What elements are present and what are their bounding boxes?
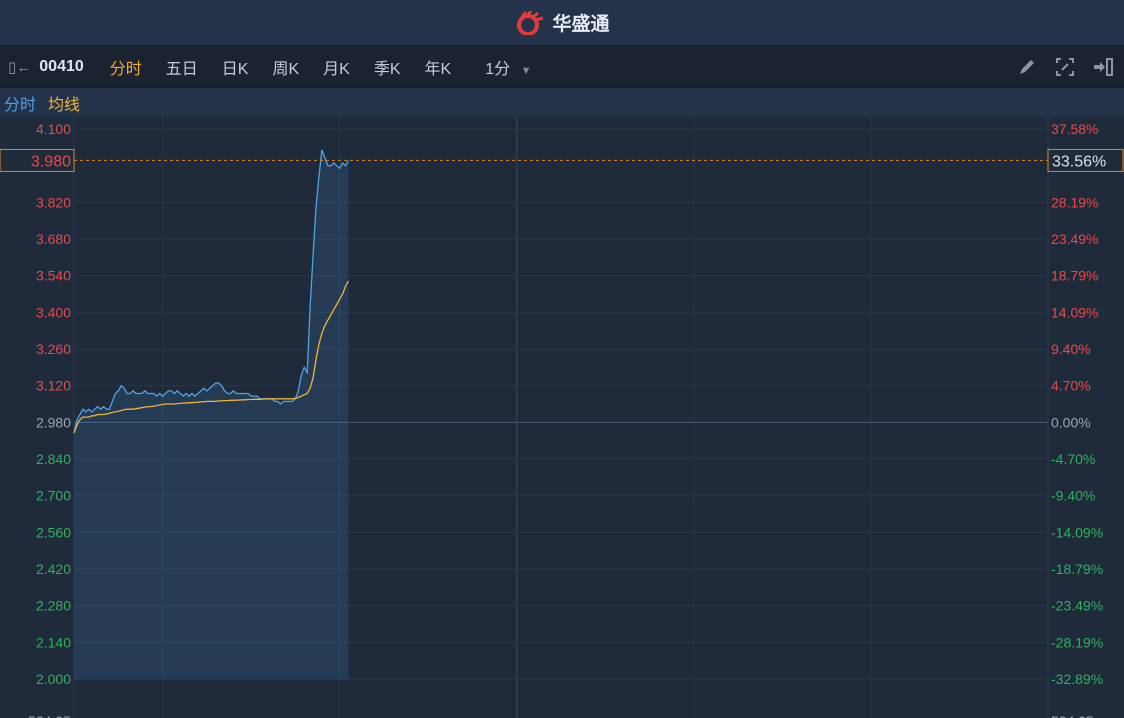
percent-tick-label: 9.40% (1051, 341, 1091, 357)
tab-intraday[interactable]: 分时 (110, 55, 142, 79)
percent-tick-label: -28.19% (1051, 634, 1103, 650)
percent-tick-label: -23.49% (1051, 598, 1103, 614)
current-price-label: 3.980 (31, 153, 71, 170)
volume-label-left: 534.05 (28, 713, 71, 718)
percent-tick-label: 23.49% (1051, 231, 1098, 247)
percent-tick-label: 14.09% (1051, 304, 1098, 320)
percent-tick-label: -32.89% (1051, 671, 1103, 687)
price-tick-label: 3.820 (36, 194, 71, 210)
price-tick-label: 2.420 (36, 561, 71, 577)
percent-tick-label: -9.40% (1051, 488, 1095, 504)
brand-name: 华盛通 (552, 14, 610, 35)
collapse-right-icon[interactable] (1092, 56, 1114, 78)
price-tick-label: 4.100 (36, 121, 71, 137)
tab-yearly-k[interactable]: 年K (425, 55, 452, 79)
intraday-chart: 4.100 37.58% 3.820 28.19% 3.680 23.49% 3.540 18… (0, 117, 1124, 718)
huasheng-logo-icon (517, 10, 544, 35)
current-pct-label: 33.56% (1052, 153, 1106, 170)
price-tick-label: 2.000 (36, 671, 71, 687)
percent-tick-label: -4.70% (1051, 451, 1095, 467)
percent-tick-label: -14.09% (1051, 524, 1103, 540)
interval-select[interactable]: 1分 ▼ (485, 55, 531, 79)
legend-average: 均线 (48, 96, 81, 114)
price-tick-label: 3.260 (36, 341, 71, 357)
price-tick-label: 3.540 (36, 268, 71, 284)
percent-tick-label: 0.00% (1051, 414, 1091, 430)
price-tick-label: 2.560 (36, 524, 71, 540)
percent-tick-label: 4.70% (1051, 378, 1091, 394)
percent-tick-label: -18.79% (1051, 561, 1103, 577)
price-tick-label: 2.280 (36, 598, 71, 614)
legend-price: 分时 (4, 96, 37, 114)
chevron-down-icon: ▼ (520, 64, 532, 77)
tab-monthly-k[interactable]: 月K (323, 55, 350, 79)
tab-weekly-k[interactable]: 周K (272, 55, 299, 79)
tab-quarterly-k[interactable]: 季K (374, 55, 401, 79)
price-tick-label: 2.700 (36, 488, 71, 504)
tab-daily-k[interactable]: 日K (222, 55, 249, 79)
price-tick-label: 3.400 (36, 304, 71, 320)
fullscreen-icon[interactable] (1054, 56, 1076, 78)
percent-tick-label: 18.79% (1051, 268, 1098, 284)
price-tick-label: 2.980 (36, 414, 71, 430)
interval-value: 1分 (485, 60, 511, 78)
price-tick-label: 2.140 (36, 634, 71, 650)
app-header: 华盛通 (0, 0, 1124, 45)
stock-code: 00410 (39, 57, 84, 75)
toolbar: ▯← 00410 分时 五日 日K 周K 月K 季K 年K 1分 ▼ (0, 45, 1124, 88)
price-area (74, 150, 349, 679)
percent-tick-label: 37.58% (1051, 121, 1098, 137)
collapse-left-icon[interactable]: ▯← (8, 58, 31, 76)
price-tick-label: 3.120 (36, 378, 71, 394)
percent-tick-label: 28.19% (1051, 194, 1098, 210)
chart-legend: 分时 均线 (0, 88, 1124, 117)
pencil-icon[interactable] (1016, 56, 1038, 78)
price-tick-label: 3.680 (36, 231, 71, 247)
volume-label-right: 534.05 (1051, 713, 1094, 718)
tab-five-day[interactable]: 五日 (166, 55, 198, 79)
price-tick-label: 2.840 (36, 451, 71, 467)
